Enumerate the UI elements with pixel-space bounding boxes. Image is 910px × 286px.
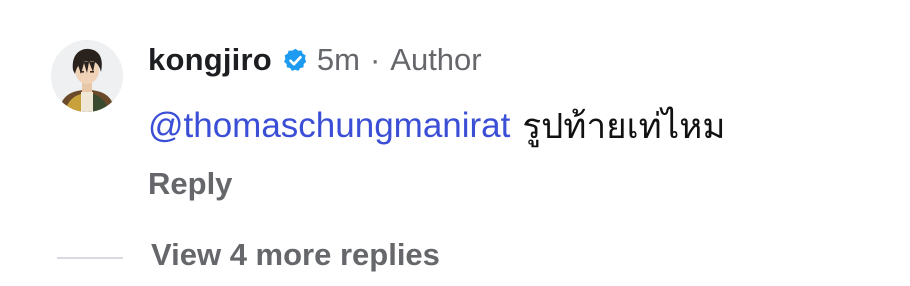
reply-button[interactable]: Reply [148,166,232,202]
author-label: Author [390,42,482,77]
mention-link[interactable]: @thomaschungmanirat [148,106,510,146]
avatar[interactable] [51,40,123,112]
verified-badge-icon [282,47,309,74]
comment-item: kongjiro 5m · Author @thomaschungmanirat… [0,0,910,286]
avatar-image [51,40,123,112]
separator-dot: · [369,42,381,77]
timestamp[interactable]: 5m [317,42,360,78]
comment-body: @thomaschungmanirat รูปท้ายเท่ไหม [148,102,725,150]
comment-header: kongjiro 5m · Author [148,38,482,82]
replies-divider [57,257,123,259]
view-more-replies-button[interactable]: View 4 more replies [151,237,440,273]
username[interactable]: kongjiro [148,42,272,78]
comment-text: รูปท้ายเท่ไหม [522,106,726,146]
